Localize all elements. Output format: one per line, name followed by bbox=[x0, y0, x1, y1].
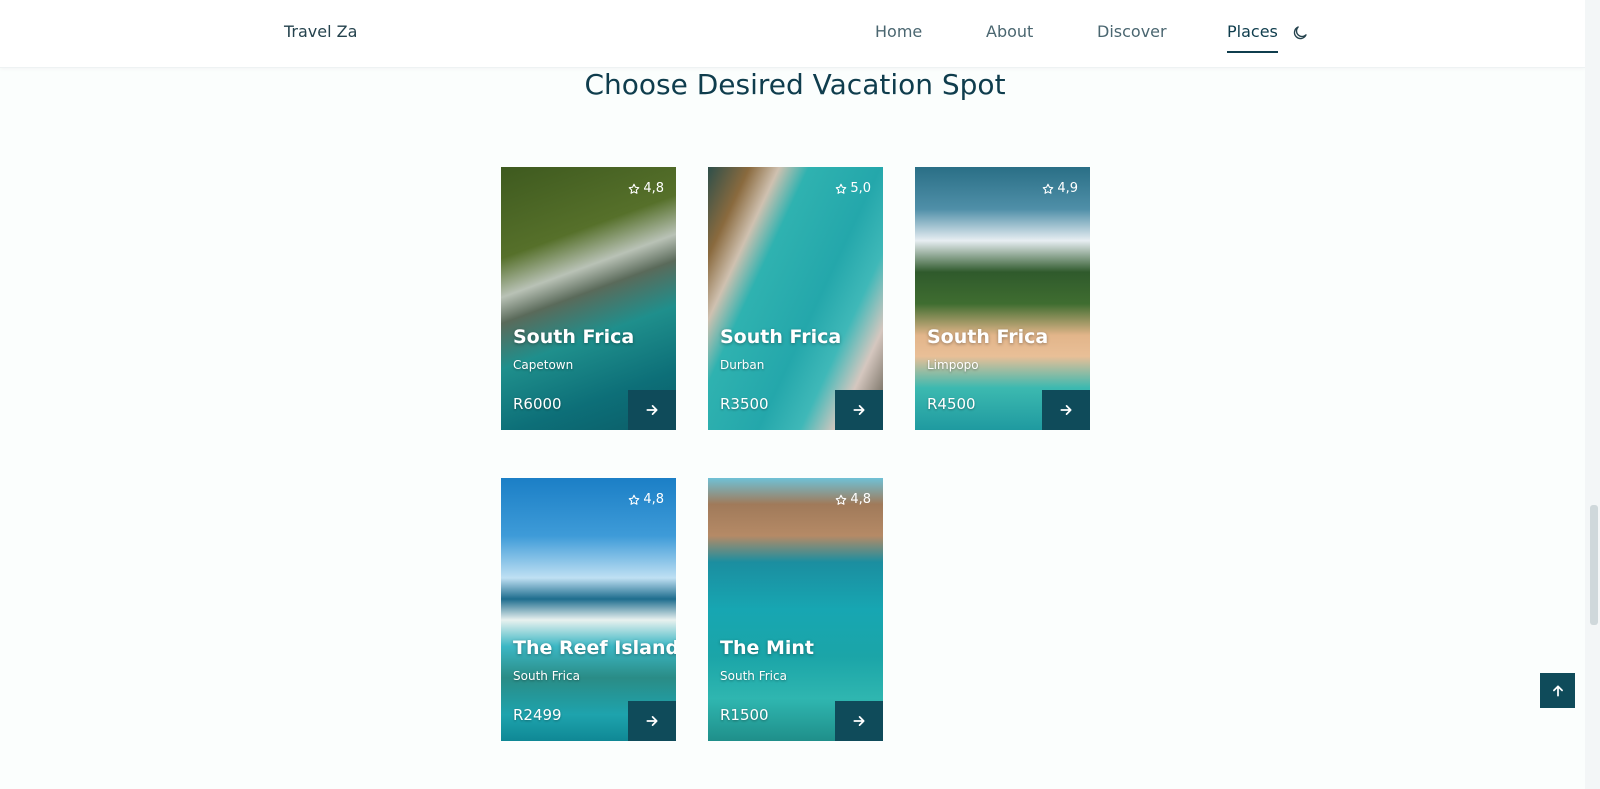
star-icon bbox=[1043, 183, 1054, 194]
nav-home[interactable]: Home bbox=[875, 22, 922, 51]
rating-badge: 4,9 bbox=[1042, 181, 1078, 196]
place-location: Capetown bbox=[513, 358, 574, 372]
arrow-right-icon bbox=[646, 716, 658, 726]
place-title: The Reef Island bbox=[513, 637, 676, 659]
star-icon bbox=[836, 494, 847, 505]
place-price: R3500 bbox=[720, 395, 769, 413]
view-place-button[interactable] bbox=[835, 701, 883, 741]
place-card[interactable]: 4,8 The Reef Island South Frica R2499 bbox=[501, 478, 676, 741]
place-price: R6000 bbox=[513, 395, 562, 413]
place-title: South Frica bbox=[720, 326, 842, 348]
rating-badge: 4,8 bbox=[835, 492, 871, 507]
scrollbar-thumb[interactable] bbox=[1590, 505, 1598, 625]
nav-about[interactable]: About bbox=[986, 22, 1033, 51]
rating-value: 5,0 bbox=[850, 181, 871, 196]
place-card[interactable]: 4,8 The Mint South Frica R1500 bbox=[708, 478, 883, 741]
star-icon bbox=[629, 494, 640, 505]
nav-places[interactable]: Places bbox=[1227, 22, 1278, 53]
place-title: The Mint bbox=[720, 637, 815, 659]
rating-value: 4,8 bbox=[850, 492, 871, 507]
place-card[interactable]: 5,0 South Frica Durban R3500 bbox=[708, 167, 883, 430]
view-place-button[interactable] bbox=[1042, 390, 1090, 430]
star-icon bbox=[836, 183, 847, 194]
place-title: South Frica bbox=[513, 326, 635, 348]
place-location: South Frica bbox=[513, 669, 580, 683]
view-place-button[interactable] bbox=[835, 390, 883, 430]
place-location: South Frica bbox=[720, 669, 787, 683]
arrow-right-icon bbox=[853, 405, 865, 415]
place-card[interactable]: 4,9 South Frica Limpopo R4500 bbox=[915, 167, 1090, 430]
place-price: R1500 bbox=[720, 706, 769, 724]
section-title: Choose Desired Vacation Spot bbox=[584, 68, 1006, 101]
rating-badge: 4,8 bbox=[628, 181, 664, 196]
arrow-up-icon bbox=[1552, 684, 1563, 697]
arrow-right-icon bbox=[1060, 405, 1072, 415]
arrow-right-icon bbox=[853, 716, 865, 726]
page-scrollbar[interactable] bbox=[1585, 0, 1600, 789]
place-price: R4500 bbox=[927, 395, 976, 413]
star-icon bbox=[629, 183, 640, 194]
rating-value: 4,8 bbox=[643, 492, 664, 507]
rating-badge: 5,0 bbox=[835, 181, 871, 196]
place-card[interactable]: 4,8 South Frica Capetown R6000 bbox=[501, 167, 676, 430]
rating-value: 4,9 bbox=[1057, 181, 1078, 196]
view-place-button[interactable] bbox=[628, 701, 676, 741]
moon-icon[interactable] bbox=[1291, 24, 1309, 42]
place-location: Durban bbox=[720, 358, 765, 372]
place-price: R2499 bbox=[513, 706, 562, 724]
arrow-right-icon bbox=[646, 405, 658, 415]
place-title: South Frica bbox=[927, 326, 1049, 348]
rating-value: 4,8 bbox=[643, 181, 664, 196]
scroll-to-top-button[interactable] bbox=[1540, 673, 1575, 708]
top-navbar: Travel Za Home About Discover Places bbox=[0, 0, 1585, 68]
view-place-button[interactable] bbox=[628, 390, 676, 430]
brand-logo[interactable]: Travel Za bbox=[284, 22, 357, 41]
nav-discover[interactable]: Discover bbox=[1097, 22, 1167, 51]
rating-badge: 4,8 bbox=[628, 492, 664, 507]
place-location: Limpopo bbox=[927, 358, 979, 372]
